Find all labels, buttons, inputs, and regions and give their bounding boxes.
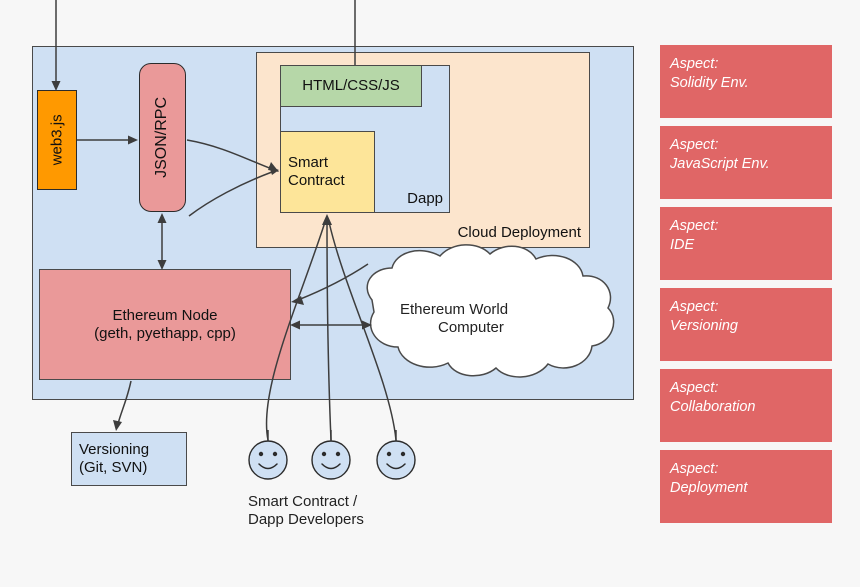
smart-contract-line-1: Smart xyxy=(288,154,329,172)
versioning-box[interactable]: Versioning (Git, SVN) xyxy=(71,432,187,486)
aspect-card-collaboration[interactable]: Aspect: Collaboration xyxy=(660,369,832,442)
developer-1-eye-left xyxy=(258,451,264,457)
aspect-value: Solidity Env. xyxy=(670,75,749,92)
ethereum-world-computer-label: Ethereum World Computer xyxy=(400,297,580,341)
developer-1-smile xyxy=(258,463,278,470)
world-computer-line-2: Computer xyxy=(438,319,504,336)
developer-3-eye-left xyxy=(386,451,392,457)
developer-1-eye-right xyxy=(272,451,278,457)
versioning-label: Versioning (Git, SVN) xyxy=(79,441,149,476)
developer-2-eye-right xyxy=(335,451,341,457)
aspect-value: Collaboration xyxy=(670,399,756,416)
aspect-card-deployment[interactable]: Aspect: Deployment xyxy=(660,450,832,523)
web3js-box[interactable]: web3.js xyxy=(37,90,77,190)
smart-contract-line-2: Contract xyxy=(288,172,345,189)
ethereum-node-line-1: Ethereum Node xyxy=(112,306,218,324)
aspect-card-versioning[interactable]: Aspect: Versioning xyxy=(660,288,832,361)
aspect-prefix: Aspect: xyxy=(670,137,719,153)
developer-2-smile xyxy=(321,463,341,470)
versioning-line-1: Versioning xyxy=(79,441,150,459)
aspect-card-solidity-env[interactable]: Aspect: Solidity Env. xyxy=(660,45,832,118)
arrowhead-node-to-versioning xyxy=(113,420,122,431)
aspect-value: Versioning xyxy=(670,318,738,335)
smart-contract-box[interactable]: Smart Contract xyxy=(280,131,375,213)
ethereum-node-label: Ethereum Node (geth, pyethapp, cpp) xyxy=(94,307,236,342)
html-css-js-label: HTML/CSS/JS xyxy=(302,77,400,95)
developer-2-eye-left xyxy=(321,451,327,457)
aspect-prefix: Aspect: xyxy=(670,461,719,477)
aspect-value: JavaScript Env. xyxy=(670,156,770,173)
diagram-canvas: Cloud Deployment Dapp HTML/CSS/JS Smart … xyxy=(0,0,860,587)
developer-3-eye-right xyxy=(400,451,406,457)
developers-line-2: Dapp Developers xyxy=(248,511,364,528)
developer-3-smile xyxy=(386,463,406,470)
web3js-label: web3.js xyxy=(48,114,66,166)
developer-face-2[interactable] xyxy=(311,440,351,480)
aspect-list: Aspect: Solidity Env. Aspect: JavaScript… xyxy=(660,45,832,531)
aspect-value: Deployment xyxy=(670,480,748,497)
developers-line-1: Smart Contract / xyxy=(248,493,358,511)
aspect-card-javascript-env[interactable]: Aspect: JavaScript Env. xyxy=(660,126,832,199)
json-rpc-box[interactable]: JSON/RPC xyxy=(139,63,186,212)
world-computer-line-1: Ethereum World xyxy=(400,301,509,319)
world-computer-text: Ethereum World Computer xyxy=(400,301,508,336)
ethereum-node-box[interactable]: Ethereum Node (geth, pyethapp, cpp) xyxy=(39,269,291,380)
ethereum-node-line-2: (geth, pyethapp, cpp) xyxy=(94,324,236,342)
aspect-prefix: Aspect: xyxy=(670,380,719,396)
developer-face-1[interactable] xyxy=(248,440,288,480)
cloud-deployment-label: Cloud Deployment xyxy=(457,224,581,242)
aspect-prefix: Aspect: xyxy=(670,299,719,315)
versioning-line-2: (Git, SVN) xyxy=(79,459,148,476)
html-css-js-box[interactable]: HTML/CSS/JS xyxy=(280,65,422,107)
developers-text: Smart Contract / Dapp Developers xyxy=(248,493,364,528)
aspect-value: IDE xyxy=(670,237,695,254)
aspect-card-ide[interactable]: Aspect: IDE xyxy=(660,207,832,280)
smart-contract-label: Smart Contract xyxy=(288,154,345,189)
dapp-label: Dapp xyxy=(407,190,443,208)
developers-caption: Smart Contract / Dapp Developers xyxy=(248,490,423,532)
aspect-prefix: Aspect: xyxy=(670,218,719,234)
developer-face-3[interactable] xyxy=(376,440,416,480)
json-rpc-label: JSON/RPC xyxy=(153,97,171,178)
aspect-prefix: Aspect: xyxy=(670,56,719,72)
